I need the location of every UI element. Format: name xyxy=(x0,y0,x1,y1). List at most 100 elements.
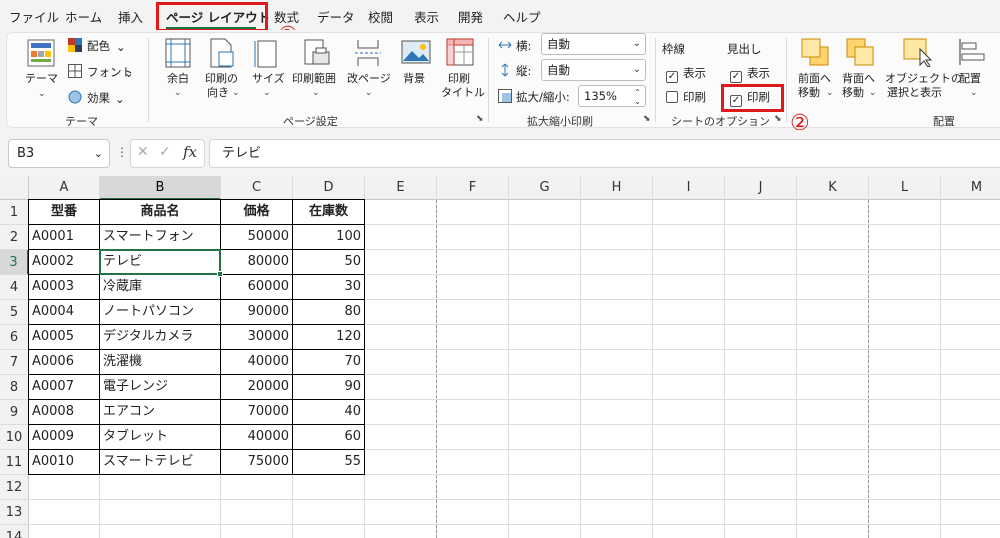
table-cell[interactable]: エアコン xyxy=(100,400,221,425)
cell[interactable] xyxy=(365,325,437,350)
table-cell[interactable]: 20000 xyxy=(221,375,293,400)
cell[interactable] xyxy=(365,250,437,275)
cell[interactable] xyxy=(581,325,653,350)
cell[interactable] xyxy=(653,400,725,425)
row-header-8[interactable]: 8 xyxy=(0,375,29,400)
cell[interactable] xyxy=(509,400,581,425)
row-header-11[interactable]: 11 xyxy=(0,450,29,475)
cell[interactable] xyxy=(581,200,653,225)
cell[interactable] xyxy=(581,525,653,538)
cell[interactable] xyxy=(941,425,1000,450)
cell[interactable] xyxy=(293,500,365,525)
cell[interactable] xyxy=(437,225,509,250)
table-cell[interactable]: 40000 xyxy=(221,425,293,450)
cell[interactable] xyxy=(581,250,653,275)
table-cell[interactable]: 40 xyxy=(293,400,365,425)
tab-insert[interactable]: 挿入 xyxy=(118,7,143,26)
cell[interactable] xyxy=(869,425,941,450)
cell[interactable] xyxy=(653,500,725,525)
tab-home[interactable]: ホーム xyxy=(65,7,102,26)
table-cell[interactable]: A0009 xyxy=(29,425,100,450)
cell[interactable] xyxy=(941,400,1000,425)
width-select[interactable]: 自動 ⌄ xyxy=(541,33,646,55)
column-header-k[interactable]: K xyxy=(797,176,869,200)
cell[interactable] xyxy=(941,475,1000,500)
more-options-icon[interactable]: ⋮ xyxy=(116,145,128,159)
cell[interactable] xyxy=(509,300,581,325)
cell[interactable] xyxy=(797,325,869,350)
table-cell[interactable]: ノートパソコン xyxy=(100,300,221,325)
table-cell[interactable]: 60 xyxy=(293,425,365,450)
row-header-1[interactable]: 1 xyxy=(0,200,29,225)
cell[interactable] xyxy=(29,475,100,500)
cell[interactable] xyxy=(869,200,941,225)
table-cell[interactable]: 70000 xyxy=(221,400,293,425)
cell[interactable] xyxy=(581,500,653,525)
table-cell[interactable]: 50 xyxy=(293,250,365,275)
headings-view-checkbox[interactable]: ✓ 表示 xyxy=(730,65,770,83)
cell[interactable] xyxy=(581,350,653,375)
cell[interactable] xyxy=(293,525,365,538)
table-cell[interactable]: A0004 xyxy=(29,300,100,325)
cell[interactable] xyxy=(725,250,797,275)
cell[interactable] xyxy=(797,400,869,425)
cell[interactable] xyxy=(797,500,869,525)
row-header-13[interactable]: 13 xyxy=(0,500,29,525)
table-cell[interactable]: A0007 xyxy=(29,375,100,400)
sheet-options-launcher-icon[interactable]: ⬊ xyxy=(774,114,782,124)
table-header-cell[interactable]: 型番 xyxy=(29,200,100,225)
table-cell[interactable]: 冷蔵庫 xyxy=(100,275,221,300)
cell[interactable] xyxy=(437,500,509,525)
cell[interactable] xyxy=(365,275,437,300)
cell[interactable] xyxy=(941,275,1000,300)
cell[interactable] xyxy=(725,525,797,538)
cell[interactable] xyxy=(581,275,653,300)
cell[interactable] xyxy=(365,400,437,425)
cell[interactable] xyxy=(797,250,869,275)
cell[interactable] xyxy=(29,525,100,538)
page-setup-launcher-icon[interactable]: ⬊ xyxy=(476,114,484,124)
cell[interactable] xyxy=(365,425,437,450)
enter-check-icon[interactable]: ✓ xyxy=(159,144,171,160)
cell[interactable] xyxy=(725,400,797,425)
cell[interactable] xyxy=(653,300,725,325)
cell[interactable] xyxy=(581,475,653,500)
row-header-6[interactable]: 6 xyxy=(0,325,29,350)
cell[interactable] xyxy=(100,525,221,538)
row-header-7[interactable]: 7 xyxy=(0,350,29,375)
cell[interactable] xyxy=(581,375,653,400)
cell[interactable] xyxy=(797,525,869,538)
cell[interactable] xyxy=(509,450,581,475)
cell[interactable] xyxy=(653,450,725,475)
cell[interactable] xyxy=(365,225,437,250)
cell[interactable] xyxy=(365,300,437,325)
cell[interactable] xyxy=(509,500,581,525)
table-header-cell[interactable]: 商品名 xyxy=(100,200,221,225)
table-cell[interactable]: 70 xyxy=(293,350,365,375)
scale-spinner[interactable]: 135% ⌃ ⌄ xyxy=(578,85,646,107)
cell[interactable] xyxy=(941,450,1000,475)
cell[interactable] xyxy=(653,525,725,538)
scale-launcher-icon[interactable]: ⬊ xyxy=(643,114,651,124)
cell[interactable] xyxy=(100,500,221,525)
column-header-f[interactable]: F xyxy=(437,176,509,200)
cell[interactable] xyxy=(365,200,437,225)
row-header-3[interactable]: 3 xyxy=(0,250,29,275)
cell[interactable] xyxy=(653,250,725,275)
cell[interactable] xyxy=(653,350,725,375)
cell[interactable] xyxy=(653,275,725,300)
cell[interactable] xyxy=(437,200,509,225)
table-cell[interactable]: A0005 xyxy=(29,325,100,350)
cell[interactable] xyxy=(581,300,653,325)
cell[interactable] xyxy=(437,300,509,325)
cell[interactable] xyxy=(365,375,437,400)
column-header-g[interactable]: G xyxy=(509,176,581,200)
cell[interactable] xyxy=(941,350,1000,375)
tab-data[interactable]: データ xyxy=(317,7,355,26)
tab-developer[interactable]: 開発 xyxy=(458,7,483,26)
formula-input[interactable]: テレビ xyxy=(209,139,1000,168)
cell[interactable] xyxy=(725,325,797,350)
cell[interactable] xyxy=(100,475,221,500)
cell[interactable] xyxy=(725,300,797,325)
cell[interactable] xyxy=(437,425,509,450)
